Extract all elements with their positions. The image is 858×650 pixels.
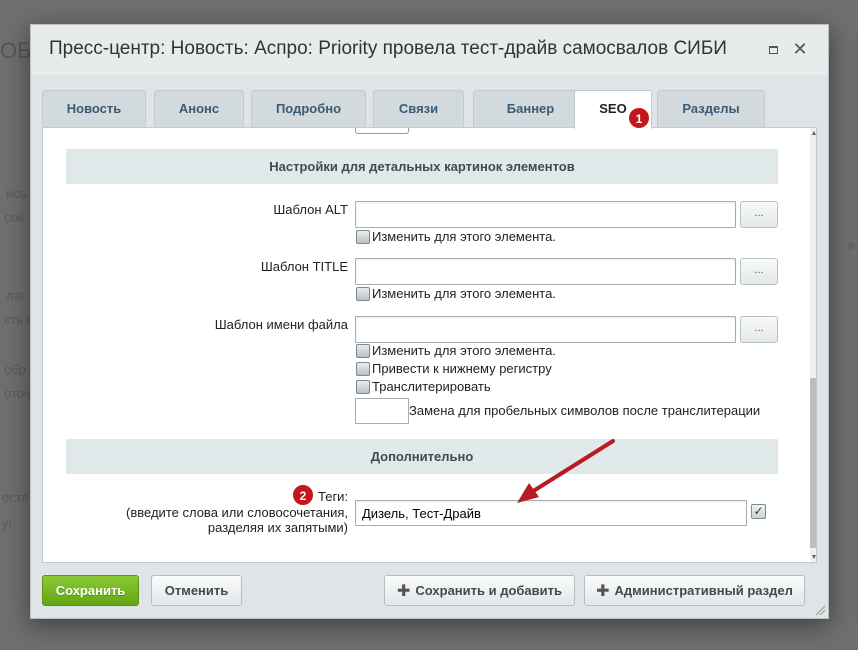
lowercase-label: Привести к нижнему регистру — [372, 361, 552, 376]
tags-hint-line2: разделяя их запятыми) — [207, 520, 348, 535]
step-badge-2: 2 — [292, 484, 314, 506]
dialog-titlebar[interactable]: Пресс-центр: Новость: Аспро: Priority пр… — [31, 25, 828, 75]
title-template-label: Шаблон TITLE — [260, 259, 348, 274]
space-replace-label: Замена для пробельных символов после тра… — [409, 403, 761, 418]
plus-icon: ✚ — [596, 583, 610, 600]
section-header-pictures: Настройки для детальных картинок элемент… — [66, 149, 778, 184]
filename-change-checkbox-row: Изменить для этого элемента. — [356, 343, 556, 359]
title-template-button[interactable]: ... — [740, 258, 778, 285]
title-change-label: Изменить для этого элемента. — [372, 286, 556, 301]
scroll-down-icon[interactable]: ▼ — [810, 554, 816, 562]
admin-section-button[interactable]: ✚ Административный раздел — [584, 575, 805, 606]
alt-change-checkbox[interactable] — [356, 230, 370, 244]
tab-details[interactable]: Подробно — [251, 90, 366, 128]
background-text: еств — [2, 490, 29, 505]
tab-banner[interactable]: Баннер — [473, 90, 588, 128]
alt-template-button[interactable]: ... — [740, 201, 778, 228]
annotation-arrow-icon — [517, 439, 615, 503]
tags-label: Теги: — [318, 489, 349, 504]
background-text: ОБ — [0, 38, 32, 63]
admin-section-label: Административный раздел — [614, 583, 793, 598]
space-replace-input[interactable] — [355, 398, 409, 424]
resize-grip-icon[interactable] — [814, 604, 826, 616]
background-text: оточ — [4, 386, 31, 401]
tab-links[interactable]: Связи — [373, 90, 464, 128]
lowercase-checkbox[interactable] — [356, 362, 370, 376]
plus-icon: ✚ — [396, 583, 411, 600]
transliterate-checkbox-row: Транслитерировать — [356, 379, 491, 395]
tab-sections[interactable]: Разделы — [657, 90, 765, 128]
transliterate-checkbox[interactable] — [356, 380, 370, 394]
background-text: сок — [4, 210, 24, 225]
content-scrollbar[interactable]: ▲ ▼ — [810, 128, 816, 562]
tab-bar: Новость Анонс Подробно Связи Баннер SEO … — [42, 90, 802, 129]
save-button[interactable]: Сохранить — [42, 575, 139, 606]
filename-template-label: Шаблон имени файла — [214, 317, 348, 332]
tab-announce[interactable]: Анонс — [154, 90, 244, 128]
title-change-checkbox[interactable] — [356, 287, 370, 301]
transliterate-label: Транслитерировать — [372, 379, 491, 394]
section-header-additional: Дополнительно — [66, 439, 778, 474]
seo-tab-content: Настройки для детальных картинок элемент… — [42, 127, 817, 563]
background-text: обр — [4, 362, 26, 377]
alt-template-input[interactable] — [355, 201, 736, 228]
alt-change-checkbox-row: Изменить для этого элемента. — [356, 229, 556, 245]
title-template-input[interactable] — [355, 258, 736, 285]
cancel-button[interactable]: Отменить — [151, 575, 242, 606]
filename-template-input[interactable] — [355, 316, 736, 343]
filename-template-button[interactable]: ... — [740, 316, 778, 343]
maximize-icon[interactable] — [765, 41, 781, 57]
background-text: в — [848, 238, 855, 253]
close-icon[interactable]: ✕ — [792, 40, 808, 58]
tab-news[interactable]: Новость — [42, 90, 146, 128]
step-badge-1: 1 — [628, 107, 650, 129]
background-text: уг. — [2, 516, 16, 531]
scrollbar-thumb[interactable] — [810, 378, 816, 548]
filename-change-label: Изменить для этого элемента. — [372, 343, 556, 358]
save-and-add-button[interactable]: ✚ Сохранить и добавить — [384, 575, 575, 606]
save-and-add-label: Сохранить и добавить — [415, 583, 563, 598]
filename-change-checkbox[interactable] — [356, 344, 370, 358]
scroll-up-icon[interactable]: ▲ — [810, 130, 816, 138]
alt-change-label: Изменить для этого элемента. — [372, 229, 556, 244]
background-text: лаг — [6, 288, 26, 303]
alt-template-label: Шаблон ALT — [273, 202, 348, 217]
dialog-title: Пресс-центр: Новость: Аспро: Priority пр… — [49, 38, 727, 59]
edit-news-dialog: Пресс-центр: Новость: Аспро: Priority пр… — [30, 24, 829, 619]
title-change-checkbox-row: Изменить для этого элемента. — [356, 286, 556, 302]
tags-autocomplete-checkbox[interactable]: ✓ — [751, 504, 766, 519]
background-text: ись — [6, 186, 27, 201]
tags-hint-line1: (введите слова или словосочетания, — [126, 505, 348, 520]
lowercase-checkbox-row: Привести к нижнему регистру — [356, 361, 552, 377]
input-stub — [355, 128, 409, 134]
